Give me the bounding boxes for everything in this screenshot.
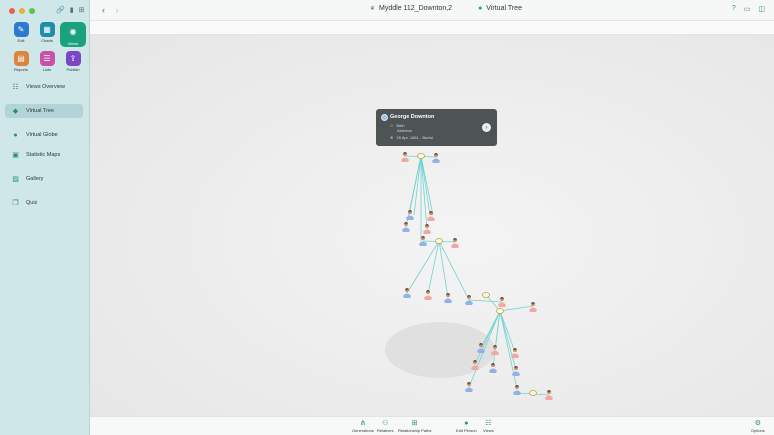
open-person-arrow-icon[interactable]: › [482, 123, 491, 132]
relationship-paths-button[interactable]: ⊞ Relationship Paths [398, 419, 431, 433]
relatives-label: Relatives [377, 428, 394, 433]
female-person-figure[interactable] [401, 152, 409, 162]
relationship-paths-label: Relationship Paths [398, 428, 432, 433]
burial-row: ⊕ 25 Apr. 1661 - Burial [390, 135, 433, 140]
relationship-paths-icon: ⊞ [411, 420, 418, 427]
generations-label: Generations [352, 428, 374, 433]
options-button[interactable]: ⚙ Options [751, 419, 765, 433]
female-person-figure[interactable] [424, 290, 432, 300]
female-person-figure[interactable] [427, 211, 435, 221]
female-person-figure[interactable] [529, 302, 537, 312]
relatives-icon: ⚇ [382, 420, 389, 427]
male-person-figure[interactable] [513, 385, 521, 395]
person-name: George Downton [390, 114, 435, 120]
views-button[interactable]: ☷ Views [483, 419, 494, 433]
male-person-figure[interactable] [406, 210, 414, 220]
generations-button[interactable]: ⋔ Generations [352, 419, 374, 433]
birth-place-row: Alderton [397, 128, 412, 133]
person-avatar [381, 114, 388, 121]
generations-icon: ⋔ [359, 420, 366, 427]
views-grid-icon: ☷ [485, 420, 492, 427]
relatives-button[interactable]: ⚇ Relatives [377, 419, 393, 433]
options-label: Options [751, 428, 765, 433]
options-gear-icon: ⚙ [754, 420, 762, 427]
birth-star-icon: ✩ [390, 123, 394, 128]
edit-person-label: Edit Person [456, 428, 477, 433]
person-icon: ● [464, 420, 469, 427]
person-popup[interactable]: George Downton ✩ Birth Alderton ⊕ 25 Apr… [376, 109, 497, 146]
female-person-figure[interactable] [511, 348, 519, 358]
male-person-figure[interactable] [489, 363, 497, 373]
female-person-figure[interactable] [451, 238, 459, 248]
bottom-toolbar: ⋔ Generations ⚇ Relatives ⊞ Relationship… [90, 416, 774, 435]
birth-place: Alderton [397, 128, 412, 133]
burial-text: 25 Apr. 1661 - Burial [396, 135, 433, 140]
family-tree-graph[interactable] [0, 0, 774, 435]
male-person-figure[interactable] [432, 153, 440, 163]
views-label: Views [483, 428, 494, 433]
edit-person-button[interactable]: ● Edit Person [456, 419, 477, 433]
burial-icon: ⊕ [390, 135, 394, 140]
